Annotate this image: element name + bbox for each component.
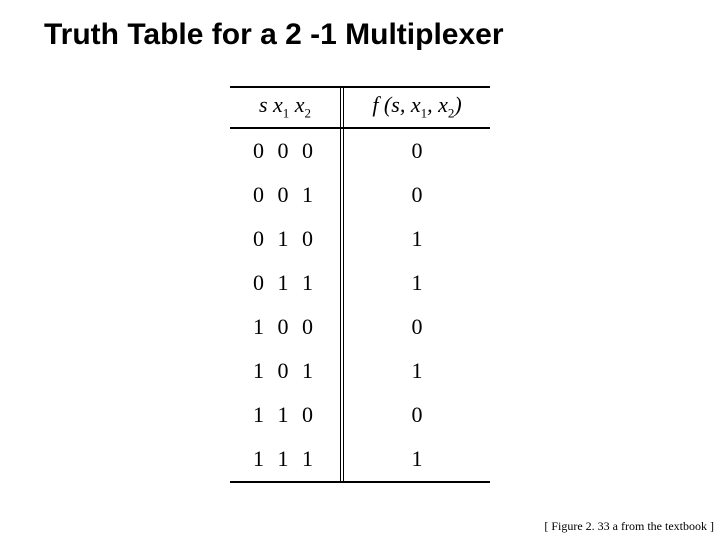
header-inputs: s x1 x2 [230,88,340,127]
cell-output: 1 [344,349,490,393]
hdr-input-vars: s x [259,92,283,117]
hdr-input-mid: x [289,92,304,117]
cell-output: 0 [344,173,490,217]
header-output: f (s, x1, x2) [344,88,490,127]
hdr-omid: , x [427,92,448,117]
cell-inputs: 1 0 1 [230,349,340,393]
cell-output: 1 [344,217,490,261]
cell-inputs: 1 1 1 [230,437,340,481]
table-row: 0 0 10 [230,173,490,217]
hdr-close: ) [454,92,461,117]
cell-inputs: 0 0 1 [230,173,340,217]
truth-table-container: s x1 x2 f (s, x1, x2) 0 0 000 0 100 1 01… [0,86,720,483]
table-row: 0 1 01 [230,217,490,261]
cell-output: 0 [344,305,490,349]
table-bottom-rule [230,481,490,483]
table-row: 0 1 11 [230,261,490,305]
table-row: 1 0 11 [230,349,490,393]
table-row: 1 1 00 [230,393,490,437]
hdr-fn: f (s, x [372,92,420,117]
truth-table: s x1 x2 f (s, x1, x2) 0 0 000 0 100 1 01… [230,86,490,483]
table-body: 0 0 000 0 100 1 010 1 111 0 001 0 111 1 … [230,129,490,481]
figure-caption: [ Figure 2. 33 a from the textbook ] [544,519,714,534]
cell-output: 0 [344,393,490,437]
cell-inputs: 1 0 0 [230,305,340,349]
table-row: 0 0 00 [230,129,490,173]
cell-output: 0 [344,129,490,173]
cell-output: 1 [344,261,490,305]
table-header: s x1 x2 f (s, x1, x2) [230,86,490,129]
page-title: Truth Table for a 2 -1 Multiplexer [0,0,720,52]
cell-inputs: 0 1 1 [230,261,340,305]
cell-inputs: 1 1 0 [230,393,340,437]
cell-inputs: 0 1 0 [230,217,340,261]
hdr-sub2: 2 [305,105,312,120]
table-row: 1 1 11 [230,437,490,481]
cell-inputs: 0 0 0 [230,129,340,173]
cell-output: 1 [344,437,490,481]
table-row: 1 0 00 [230,305,490,349]
